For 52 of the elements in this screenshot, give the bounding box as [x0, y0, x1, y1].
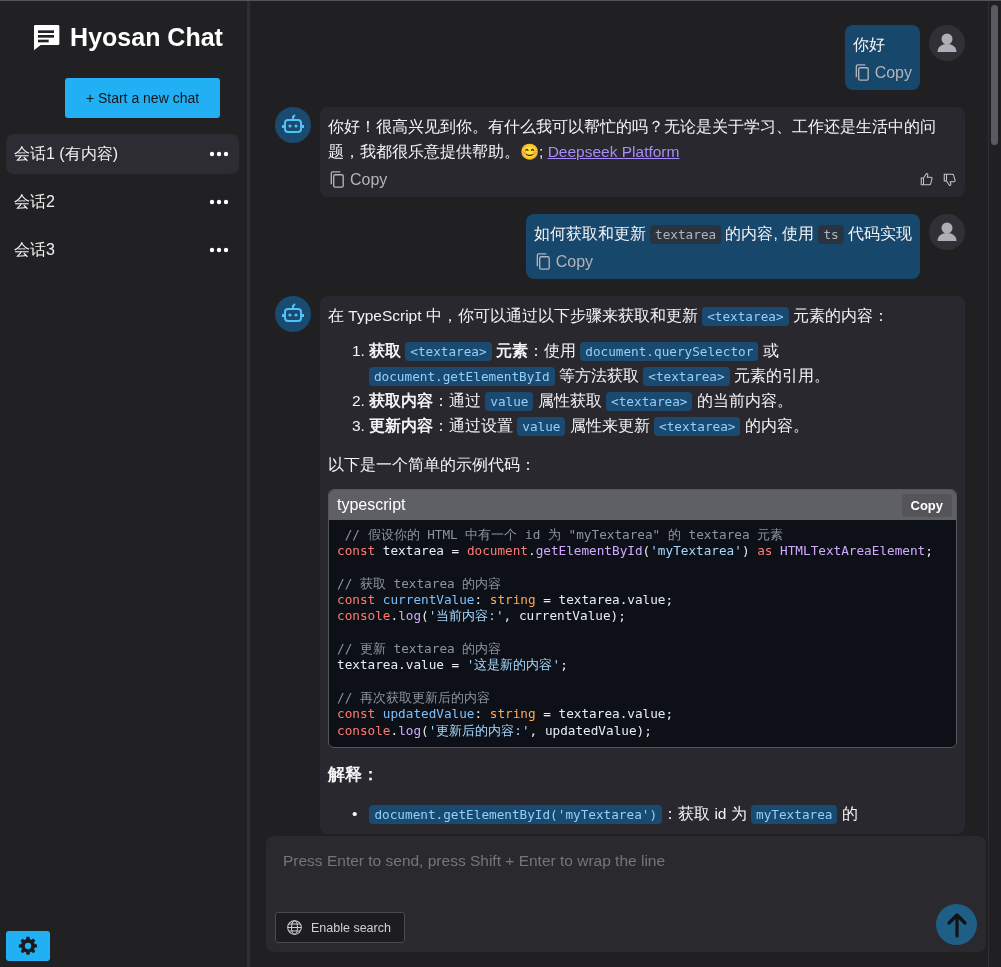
more-icon[interactable]: [209, 151, 229, 157]
copy-button[interactable]: Copy: [328, 170, 388, 189]
message-text: 你好: [852, 35, 886, 55]
copy-button[interactable]: Copy: [852, 63, 912, 82]
thumbs-up-icon[interactable]: [919, 172, 934, 187]
list-item-text: document.getElementById('myTextarea') ：获取 id 为 myTextarea 的: [369, 800, 858, 826]
code-line: console.log('更新后的内容:', updatedValue);: [337, 722, 653, 739]
code-line: // 更新 textarea 的内容: [337, 641, 503, 658]
enable-search-button[interactable]: Enable search: [275, 912, 405, 943]
robot-avatar-icon: [275, 296, 311, 332]
code-language: typescript: [337, 496, 406, 514]
list-item-text: 获取 <textarea> 元素：使用 document.querySelector 或 document.getElementById 等方法获取 <textarea> 元素的引用。: [368, 341, 831, 388]
copy-code-button[interactable]: Copy: [901, 493, 952, 517]
list-number: 3.: [352, 416, 365, 436]
code-line: textarea.value = '这是新的内容';: [337, 657, 569, 674]
message-input[interactable]: Press Enter to send, press Shift + Enter to wrap the line Enable search: [266, 836, 986, 952]
section-heading: 解释：: [328, 763, 380, 786]
message-text: 以下是一个简单的示例代码：: [328, 455, 537, 475]
copy-icon: [328, 170, 347, 189]
conversation-item[interactable]: 会话2: [6, 182, 239, 222]
app-title: Hyosan Chat: [70, 22, 223, 52]
robot-avatar-icon: [275, 107, 311, 143]
user-avatar-icon: [929, 25, 965, 61]
send-button[interactable]: [936, 904, 977, 945]
bullet: •: [352, 803, 358, 824]
code-line: const currentValue: string = textarea.value;: [337, 592, 675, 609]
new-chat-button[interactable]: + Start a new chat: [65, 78, 220, 118]
code-line: const textarea = document.getElementById('myTextarea') as HTMLTextAreaElement;: [337, 543, 934, 560]
message-text: 你好！很高兴见到你。有什么我可以帮忙的吗？无论是关于学习、工作还是生活中的问题，我都很乐意提供帮助。😊; Deepseek Platform: [328, 117, 937, 162]
conversation-item[interactable]: 会话1 (有内容): [6, 134, 239, 174]
more-icon[interactable]: [209, 199, 229, 205]
scrollbar-thumb[interactable]: [991, 5, 998, 145]
code-line: // 获取 textarea 的内容: [337, 575, 503, 593]
settings-button[interactable]: [6, 931, 50, 961]
conversation-item[interactable]: 会话3: [6, 230, 239, 270]
user-avatar-icon: [929, 214, 965, 250]
list-item-text: 获取内容：通过 value 属性获取 <textarea> 的当前内容。: [368, 391, 793, 413]
list-number: 2.: [352, 391, 365, 411]
thumbs-down-icon[interactable]: [942, 172, 957, 187]
link[interactable]: Deepseek Platform: [547, 143, 680, 160]
more-icon[interactable]: [209, 247, 229, 253]
message-text: 如何获取和更新 textarea 的内容, 使用 ts 代码实现: [533, 224, 912, 246]
list-number: 1.: [352, 341, 365, 361]
list-item-text: 更新内容：通过设置 value 属性来更新 <textarea> 的内容。: [368, 416, 809, 438]
code-line: // 假设你的 HTML 中有一个 id 为 "myTextarea" 的 textarea 元素: [343, 527, 785, 544]
message-text: 在 TypeScript 中，你可以通过以下步骤来获取和更新 <textarea> 元素的内容：: [328, 306, 890, 328]
globe-icon: [286, 919, 303, 936]
code-line: console.log('当前内容:', currentValue);: [337, 608, 627, 625]
copy-button[interactable]: Copy: [533, 252, 594, 271]
code-line: const updatedValue: string = textarea.value;: [337, 706, 675, 723]
code-line: // 再次获取更新后的内容: [337, 689, 491, 707]
settings-icon: [18, 936, 38, 956]
